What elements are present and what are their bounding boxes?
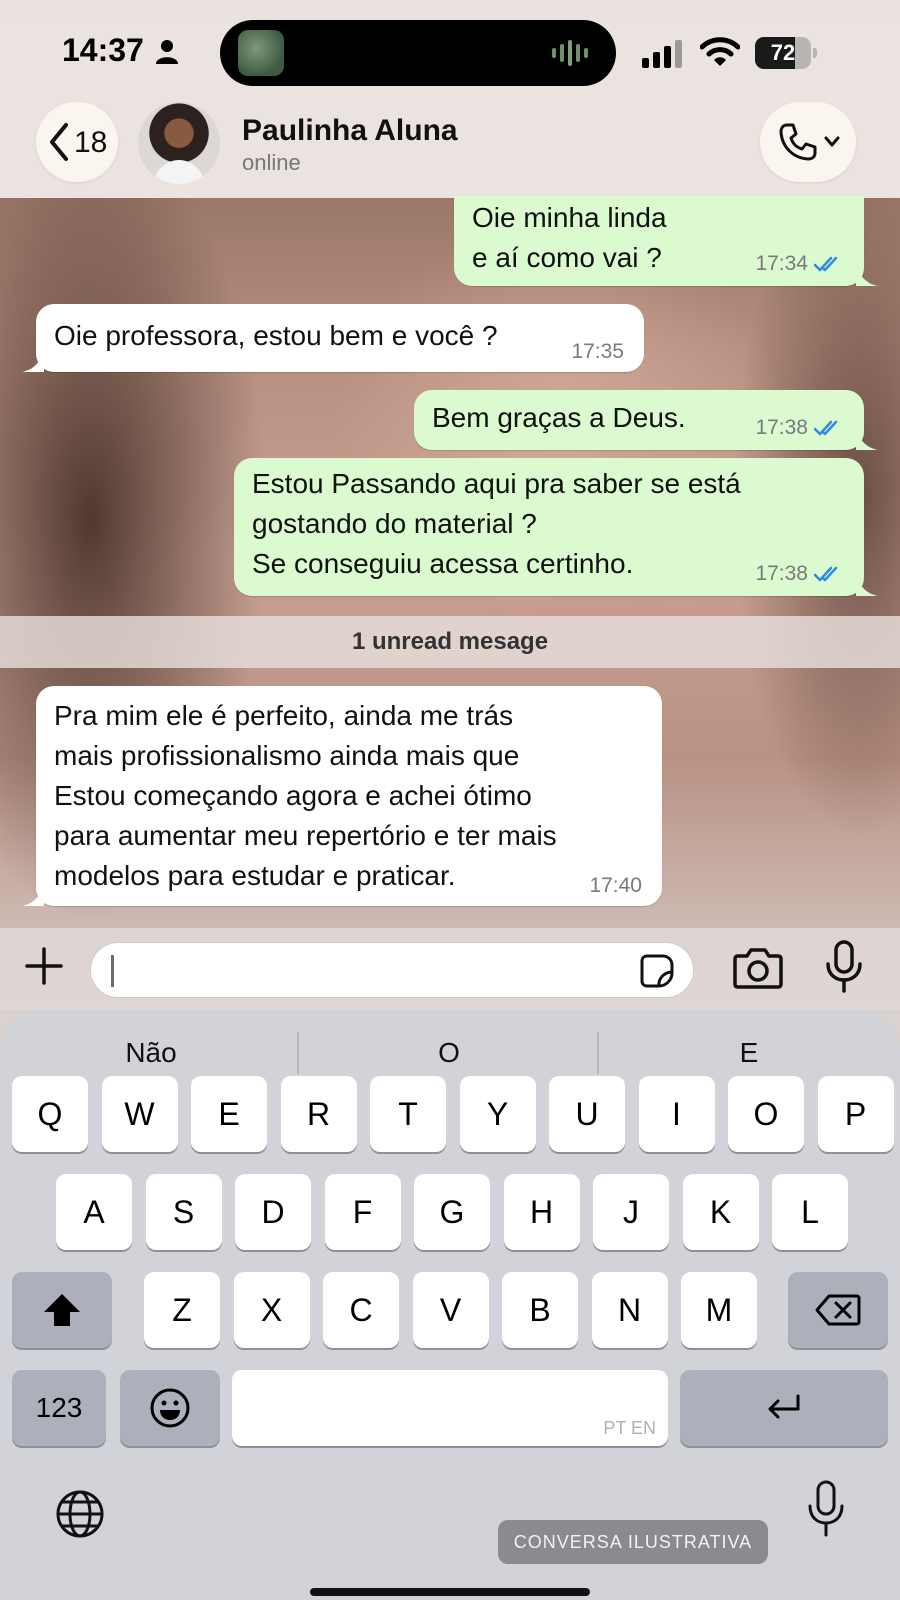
key-v[interactable]: V [412,1272,489,1348]
language-hint: PT EN [603,1418,656,1438]
backspace-icon [815,1294,861,1326]
suggestion[interactable]: E [604,1030,894,1076]
double-check-icon [814,256,838,272]
suggestion[interactable]: O [304,1030,594,1076]
emoji-icon [150,1388,190,1428]
key-j[interactable]: J [593,1174,669,1250]
key-q[interactable]: Q [12,1076,88,1152]
bubble-tail [856,264,878,286]
contact-avatar[interactable] [138,102,220,184]
call-button[interactable] [760,102,856,182]
chat-header: 18 Paulinha Aluna online [0,100,900,198]
unread-messages-banner: 1 unread mesage [0,616,900,668]
on-screen-keyboard: Não O E QWERTYUIOP ASDFGHJKL ZXCVBNM 123… [0,1010,900,1600]
emoji-key[interactable] [120,1370,220,1446]
message-text: Pra mim ele é perfeito, ainda me trás ma… [54,700,557,891]
message-text: Oie professora, estou bem e você ? [54,320,498,351]
bubble-tail [22,884,44,906]
message-time: 17:40 [589,874,642,897]
status-time: 14:37 [62,32,144,68]
space-key[interactable]: PT EN [232,1370,668,1446]
sticker-icon[interactable] [639,953,675,989]
key-x[interactable]: X [233,1272,310,1348]
message-composer [0,928,900,1010]
person-icon [156,40,178,64]
shift-icon [44,1294,80,1326]
now-playing-thumbnail [238,30,284,76]
key-u[interactable]: U [549,1076,625,1152]
bubble-tail [856,428,878,450]
message-bubble-outgoing[interactable]: Oie minha linda e aí como vai ? 17:34 [454,196,878,286]
bubble-tail [856,574,878,596]
message-bubble-incoming[interactable]: Pra mim ele é perfeito, ainda me trás ma… [22,686,662,906]
double-check-icon [814,420,838,436]
key-r[interactable]: R [280,1076,357,1152]
message-time: 17:34 [755,252,808,275]
backspace-key[interactable] [788,1272,888,1348]
key-m[interactable]: M [681,1272,757,1348]
key-n[interactable]: N [591,1272,668,1348]
message-bubble-outgoing[interactable]: Bem graças a Deus. 17:38 [414,390,878,450]
key-b[interactable]: B [502,1272,578,1348]
back-button[interactable]: 18 [36,102,118,182]
key-k[interactable]: K [682,1174,759,1250]
key-g[interactable]: G [414,1174,490,1250]
illustrative-watermark: CONVERSA ILUSTRATIVA [498,1520,768,1564]
microphone-icon[interactable] [824,940,864,994]
key-i[interactable]: I [638,1076,715,1152]
suggestion[interactable]: Não [6,1030,296,1076]
return-icon [768,1394,800,1419]
numbers-key[interactable]: 123 [12,1370,106,1446]
unread-chats-count: 18 [74,126,108,159]
key-w[interactable]: W [101,1076,178,1152]
key-o[interactable]: O [728,1076,804,1152]
battery-icon: 72 [755,37,817,69]
key-p[interactable]: P [817,1076,894,1152]
key-a[interactable]: A [56,1174,132,1250]
phone-icon [779,123,817,161]
message-input[interactable] [90,942,694,998]
message-time: 17:38 [755,562,808,585]
message-bubble-incoming[interactable]: Oie professora, estou bem e você ? 17:35 [22,304,644,372]
key-l[interactable]: L [772,1174,848,1250]
dynamic-island[interactable] [220,20,616,86]
message-time: 17:35 [571,340,624,363]
key-e[interactable]: E [191,1076,267,1152]
battery-level: 72 [770,40,796,65]
key-t[interactable]: T [370,1076,446,1152]
key-z[interactable]: Z [144,1272,220,1348]
message-time: 17:38 [755,416,808,439]
key-f[interactable]: F [324,1174,401,1250]
key-h[interactable]: H [503,1174,580,1250]
key-d[interactable]: D [235,1174,311,1250]
key-y[interactable]: Y [459,1076,536,1152]
dictation-microphone-icon[interactable] [806,1480,846,1538]
text-cursor [111,955,114,987]
key-s[interactable]: S [145,1174,222,1250]
chevron-down-icon [824,136,840,147]
shift-key[interactable] [12,1272,112,1348]
camera-icon[interactable] [732,946,784,990]
chevron-left-icon [50,123,68,161]
key-c[interactable]: C [323,1272,399,1348]
globe-icon[interactable] [54,1488,106,1540]
audio-wave-icon [552,40,588,66]
plus-icon[interactable] [24,946,64,986]
bubble-tail [22,350,44,372]
home-indicator[interactable] [310,1588,590,1596]
wifi-icon [700,37,740,66]
contact-name[interactable]: Paulinha Aluna [242,114,458,148]
double-check-icon [814,566,838,582]
message-bubble-outgoing[interactable]: Estou Passando aqui pra saber se está go… [234,458,878,596]
return-key[interactable] [680,1370,888,1446]
status-bar: 14:37 72 [0,0,900,100]
signal-icon [642,40,682,68]
contact-status: online [242,150,301,175]
